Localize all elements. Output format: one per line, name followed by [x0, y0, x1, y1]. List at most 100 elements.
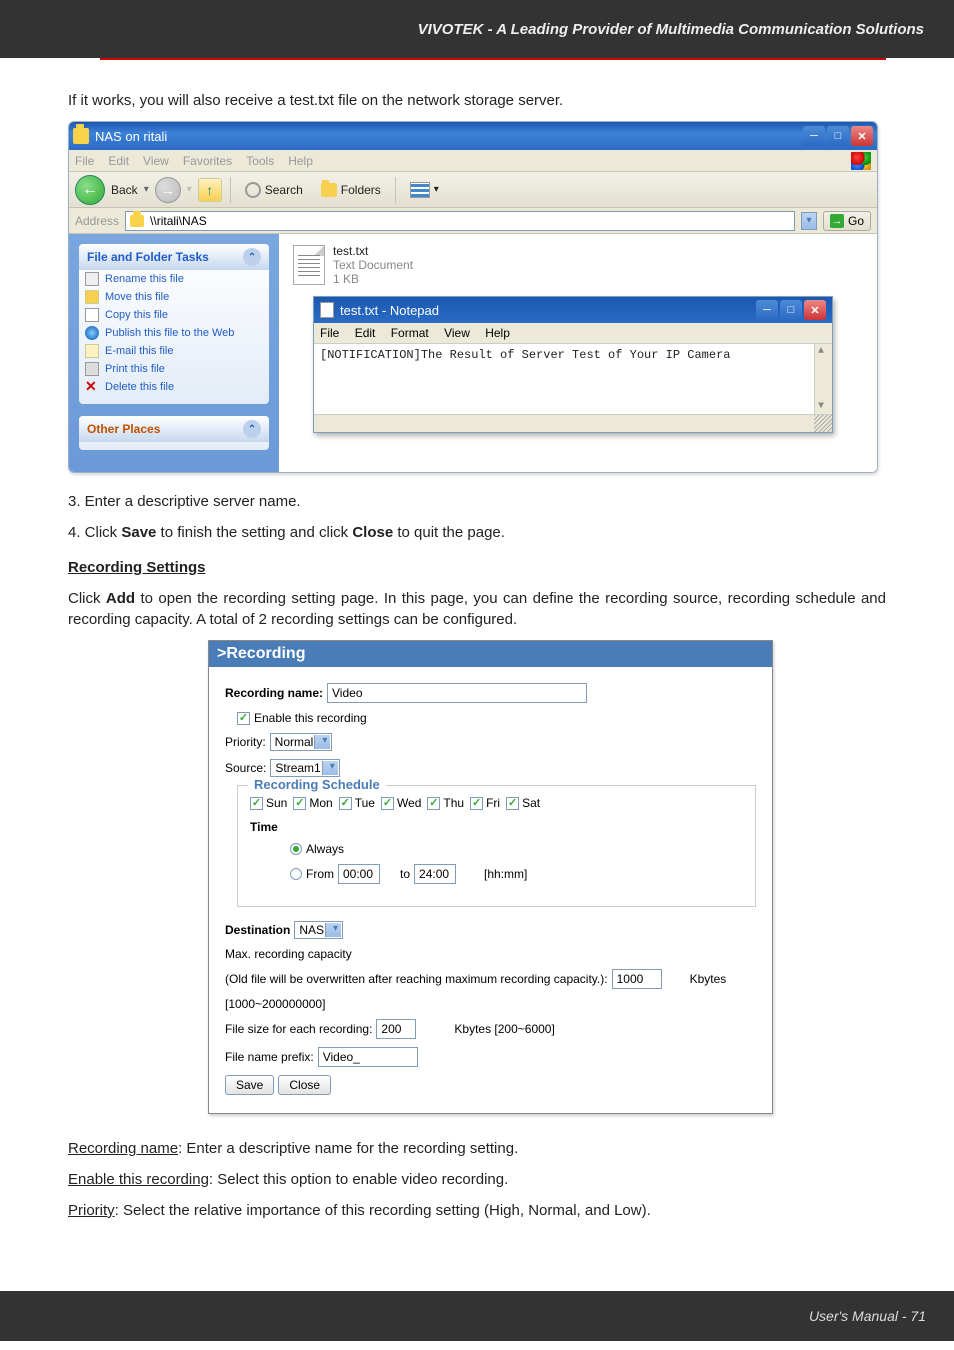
recording-name-input[interactable]: Video [327, 683, 587, 703]
destination-select[interactable]: NAS [294, 921, 343, 939]
minimize-button[interactable]: ─ [756, 300, 778, 320]
day-fri-checkbox[interactable]: ✓ [470, 797, 483, 810]
notepad-window: test.txt - Notepad ─ □ ✕ File Edit Forma… [313, 296, 833, 433]
folders-icon [321, 183, 337, 197]
search-button[interactable]: Search [239, 178, 309, 202]
go-button[interactable]: →Go [823, 211, 871, 231]
close-button[interactable]: ✕ [804, 300, 826, 320]
np-menu-edit[interactable]: Edit [355, 326, 376, 340]
from-input[interactable]: 00:00 [338, 864, 380, 884]
enable-checkbox[interactable]: ✓ [237, 712, 250, 725]
views-button[interactable]: ▾ [404, 178, 445, 202]
to-label: to [400, 867, 410, 881]
np-menu-format[interactable]: Format [391, 326, 429, 340]
windows-logo-icon [851, 152, 871, 170]
time-label: Time [250, 820, 743, 834]
task-copy[interactable]: Copy this file [79, 306, 269, 324]
other-places-header[interactable]: Other Places ⌃ [79, 416, 269, 442]
delete-icon: ✕ [85, 380, 99, 394]
recording-header: >Recording [209, 641, 772, 667]
np-menu-help[interactable]: Help [485, 326, 510, 340]
go-arrow-icon: → [830, 214, 844, 228]
file-size: 1 KB [333, 272, 413, 286]
text-file-icon [293, 245, 325, 285]
maxcap-input[interactable]: 1000 [612, 969, 662, 989]
to-input[interactable]: 24:00 [414, 864, 456, 884]
maximize-button[interactable]: □ [780, 300, 802, 320]
collapse-icon[interactable]: ⌃ [243, 248, 261, 266]
np-menu-file[interactable]: File [320, 326, 339, 340]
forward-button[interactable]: → [155, 177, 181, 203]
day-sun-checkbox[interactable]: ✓ [250, 797, 263, 810]
prefix-input[interactable]: Video_ [318, 1047, 418, 1067]
close-button[interactable]: ✕ [851, 126, 873, 146]
page-footer: User's Manual - 71 [0, 1291, 954, 1341]
back-label: Back [111, 183, 138, 197]
enable-desc: Enable this recording: Select this optio… [68, 1169, 886, 1190]
recording-name-desc: Recording name: Enter a descriptive name… [68, 1138, 886, 1159]
menu-favorites[interactable]: Favorites [183, 154, 232, 168]
from-radio[interactable] [290, 868, 302, 880]
save-button[interactable]: Save [225, 1075, 274, 1095]
scrollbar[interactable] [814, 344, 832, 414]
globe-icon [85, 326, 99, 340]
menu-help[interactable]: Help [288, 154, 313, 168]
back-button[interactable]: ← [75, 175, 105, 205]
address-dropdown[interactable]: ▾ [801, 212, 817, 230]
resize-grip-icon[interactable] [814, 415, 832, 432]
back-dropdown[interactable]: ▾ [144, 184, 149, 195]
schedule-fieldset: Recording Schedule ✓Sun ✓Mon ✓Tue ✓Wed ✓… [237, 785, 756, 907]
minimize-button[interactable]: ─ [803, 126, 825, 146]
notepad-statusbar [314, 414, 832, 432]
menu-view[interactable]: View [143, 154, 169, 168]
move-icon [85, 290, 99, 304]
up-button[interactable]: ↑ [198, 178, 222, 202]
priority-desc: Priority: Select the relative importance… [68, 1200, 886, 1221]
source-select[interactable]: Stream1 [270, 759, 339, 777]
intro-text: If it works, you will also receive a tes… [68, 90, 886, 111]
recording-settings-text: Click Add to open the recording setting … [68, 588, 886, 630]
explorer-titlebar: NAS on ritali ─ □ ✕ [69, 122, 877, 150]
task-print[interactable]: Print this file [79, 360, 269, 378]
task-rename[interactable]: Rename this file [79, 270, 269, 288]
task-publish[interactable]: Publish this file to the Web [79, 324, 269, 342]
range-hint: [1000~200000000] [225, 997, 325, 1011]
folders-button[interactable]: Folders [315, 179, 387, 201]
day-thu-checkbox[interactable]: ✓ [427, 797, 440, 810]
tasks-header[interactable]: File and Folder Tasks ⌃ [79, 244, 269, 270]
maximize-button[interactable]: □ [827, 126, 849, 146]
header-title: VIVOTEK - A Leading Provider of Multimed… [418, 21, 924, 38]
day-wed-checkbox[interactable]: ✓ [381, 797, 394, 810]
print-icon [85, 362, 99, 376]
menu-tools[interactable]: Tools [246, 154, 274, 168]
address-input[interactable]: \\ritali\NAS [125, 211, 795, 231]
np-menu-view[interactable]: View [444, 326, 470, 340]
menu-file[interactable]: File [75, 154, 94, 168]
window-title: NAS on ritali [95, 129, 167, 144]
day-sat-checkbox[interactable]: ✓ [506, 797, 519, 810]
search-icon [245, 182, 261, 198]
priority-select[interactable]: Normal [270, 733, 333, 751]
notepad-body[interactable]: [NOTIFICATION]The Result of Server Test … [314, 344, 832, 414]
recording-name-label: Recording name: [225, 686, 323, 700]
task-delete[interactable]: ✕Delete this file [79, 378, 269, 396]
task-move[interactable]: Move this file [79, 288, 269, 306]
menu-edit[interactable]: Edit [108, 154, 129, 168]
day-tue-checkbox[interactable]: ✓ [339, 797, 352, 810]
page-header: VIVOTEK - A Leading Provider of Multimed… [0, 0, 954, 58]
views-icon [410, 182, 430, 198]
destination-label: Destination [225, 923, 290, 937]
filesize-input[interactable]: 200 [376, 1019, 416, 1039]
notepad-icon [320, 302, 334, 318]
file-item[interactable]: test.txt Text Document 1 KB [293, 244, 863, 286]
priority-label: Priority: [225, 735, 266, 749]
file-name: test.txt [333, 244, 413, 258]
day-mon-checkbox[interactable]: ✓ [293, 797, 306, 810]
fwd-dropdown[interactable]: ▾ [187, 184, 192, 195]
file-pane: test.txt Text Document 1 KB test.txt - N… [279, 234, 877, 472]
always-radio[interactable] [290, 843, 302, 855]
task-email[interactable]: E-mail this file [79, 342, 269, 360]
close-button[interactable]: Close [278, 1075, 331, 1095]
hhmm-hint: [hh:mm] [484, 867, 527, 881]
collapse-icon[interactable]: ⌃ [243, 420, 261, 438]
